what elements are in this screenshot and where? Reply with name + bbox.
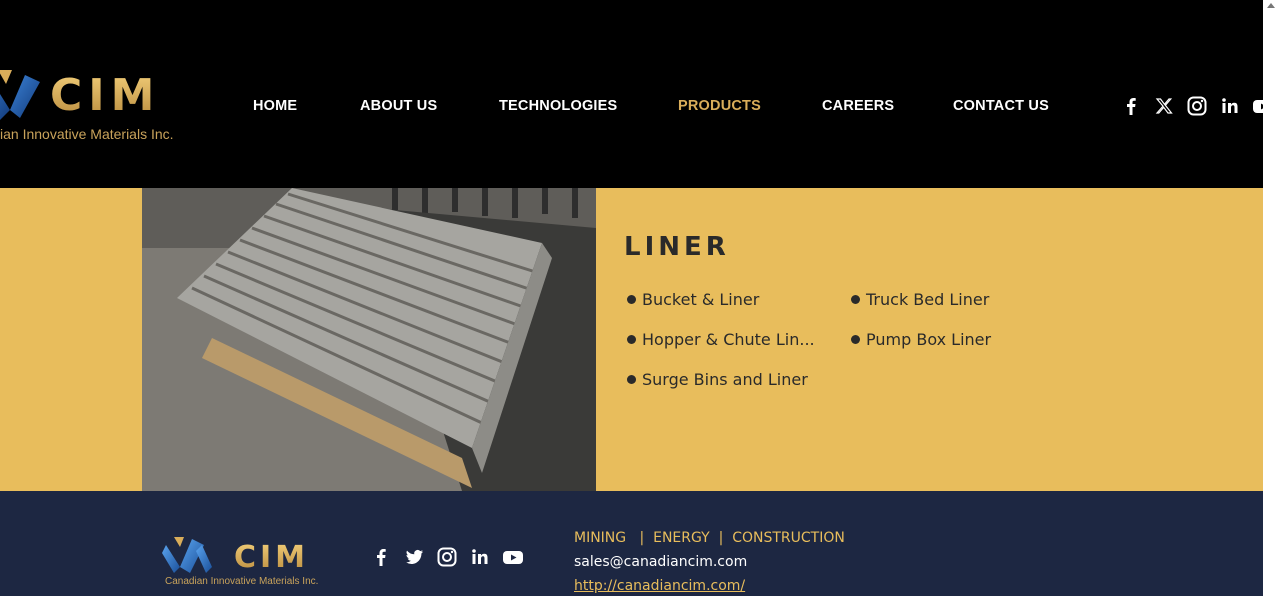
footer-sectors: MINING | ENERGY | CONSTRUCTION <box>574 530 845 546</box>
bullet-dot-icon <box>627 295 636 304</box>
site-header: CIM ian Innovative Materials Inc. HOME A… <box>0 0 1263 188</box>
linkedin-icon[interactable] <box>469 546 491 568</box>
page-scrollbar[interactable] <box>1263 0 1278 596</box>
nav-products[interactable]: PRODUCTS <box>678 98 761 114</box>
section-title: LINER <box>624 232 730 262</box>
scroll-up-arrow-icon[interactable] <box>1267 3 1275 8</box>
list-item: Truck Bed Liner <box>851 290 1041 309</box>
list-item: Surge Bins and Liner <box>627 370 817 389</box>
bullet-dot-icon <box>627 375 636 384</box>
footer-social <box>370 546 526 568</box>
facebook-icon[interactable] <box>370 546 392 568</box>
youtube-icon[interactable] <box>502 546 524 568</box>
nav-contact-us[interactable]: CONTACT US <box>953 98 1049 114</box>
twitter-icon[interactable] <box>403 546 425 568</box>
facebook-icon[interactable] <box>1120 95 1142 117</box>
main-nav: HOME ABOUT US TECHNOLOGIES PRODUCTS CARE… <box>0 98 1263 118</box>
instagram-icon[interactable] <box>1186 95 1208 117</box>
header-social <box>1120 95 1263 117</box>
bullet-dot-icon <box>851 335 860 344</box>
list-item: Hopper & Chute Lin... <box>627 330 817 349</box>
linkedin-icon[interactable] <box>1219 95 1241 117</box>
instagram-icon[interactable] <box>436 546 458 568</box>
bullet-dot-icon <box>627 335 636 344</box>
nav-home[interactable]: HOME <box>253 98 297 114</box>
liner-product-photo <box>142 188 596 491</box>
footer-website-link[interactable]: http://canadiancim.com/ <box>574 578 745 594</box>
nav-about-us[interactable]: ABOUT US <box>360 98 437 114</box>
footer-logo-tagline: Canadian Innovative Materials Inc. <box>165 576 319 587</box>
nav-technologies[interactable]: TECHNOLOGIES <box>499 98 617 114</box>
svg-text:CIM: CIM <box>234 540 309 575</box>
list-item: Pump Box Liner <box>851 330 1041 349</box>
bullet-dot-icon <box>851 295 860 304</box>
x-icon[interactable] <box>1153 95 1175 117</box>
logo-tagline: ian Innovative Materials Inc. <box>0 126 174 142</box>
list-item: Bucket & Liner <box>627 290 817 309</box>
footer-email-link[interactable]: sales@canadiancim.com <box>574 554 747 570</box>
youtube-icon[interactable] <box>1252 95 1263 117</box>
nav-careers[interactable]: CAREERS <box>822 98 894 114</box>
